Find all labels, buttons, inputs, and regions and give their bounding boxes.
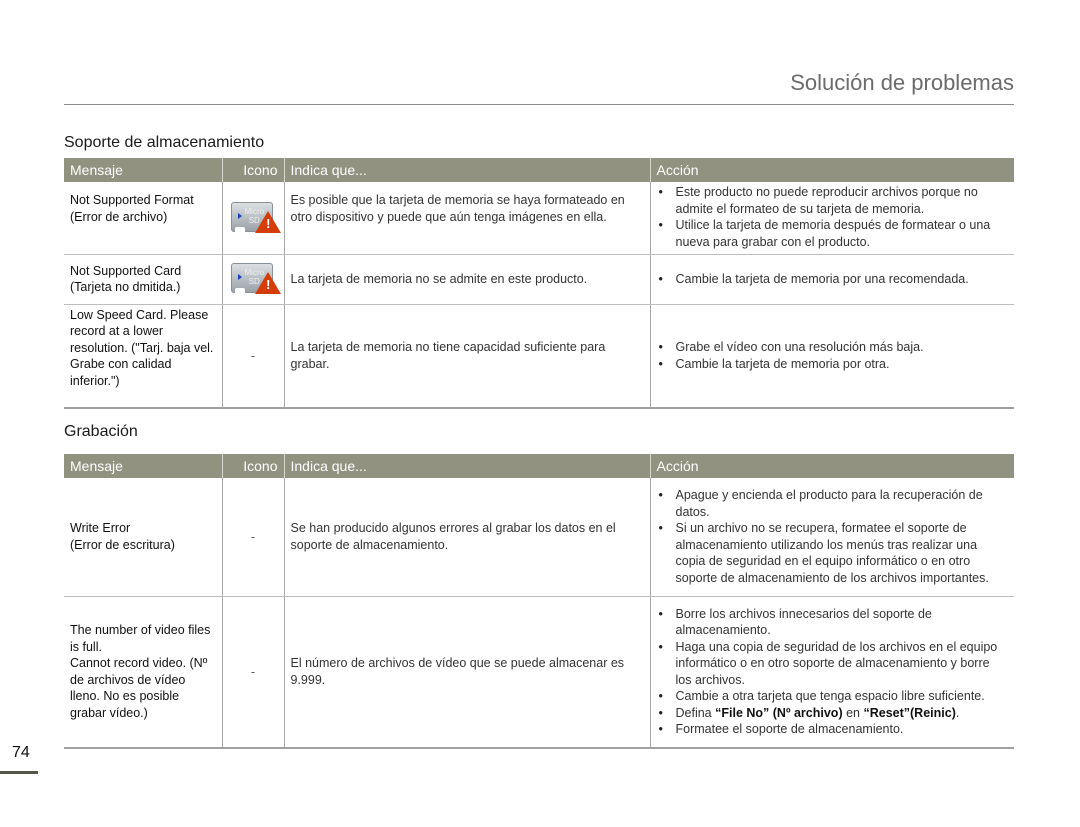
- message-line: The number of video files is full.: [70, 623, 211, 654]
- message-cell: Not Supported Card (Tarjeta no dmitida.): [64, 254, 222, 305]
- action-cell: Apague y encienda el producto para la re…: [649, 478, 1014, 597]
- message-cell: Low Speed Card. Please record at a lower…: [64, 304, 222, 409]
- action-cell: Este producto no puede reproducir archiv…: [649, 182, 1014, 255]
- page-number: 74: [12, 744, 30, 761]
- action-item: Utilice la tarjeta de memoria después de…: [657, 217, 1009, 250]
- action-cell: Grabe el vídeo con una resolución más ba…: [649, 304, 1014, 409]
- icon-cell: -: [221, 478, 284, 597]
- action-item: Cambie la tarjeta de memoria por una rec…: [657, 271, 1009, 288]
- column-header-action: Acción: [649, 158, 1014, 182]
- column-header-message: Mensaje: [64, 158, 222, 182]
- indicates-cell: La tarjeta de memoria no tiene capacidad…: [283, 304, 650, 409]
- table-row: Not Supported Format (Error de archivo) …: [64, 182, 1014, 255]
- column-header-icon: Icono: [221, 454, 284, 478]
- action-item: Formatee el soporte de almacenamiento.: [657, 721, 1009, 738]
- action-text: .: [955, 705, 960, 720]
- action-item: Haga una copia de seguridad de los archi…: [657, 639, 1009, 689]
- indicates-cell: El número de archivos de vídeo que se pu…: [283, 596, 650, 749]
- icon-cell: -: [221, 596, 284, 749]
- action-item: Cambie a otra tarjeta que tenga espacio …: [657, 688, 1009, 705]
- message-cell: Not Supported Format (Error de archivo): [64, 182, 222, 255]
- icon-cell: Micro SD !: [221, 182, 284, 255]
- column-header-indicates: Indica que...: [283, 454, 650, 478]
- table-header-row: Mensaje Icono Indica que... Acción: [64, 158, 1014, 182]
- action-item: Si un archivo no se recupera, formatee e…: [657, 520, 1009, 586]
- icon-cell: Micro SD !: [221, 254, 284, 305]
- action-cell: Borre los archivos innecesarios del sopo…: [649, 596, 1014, 749]
- indicates-cell: Es posible que la tarjeta de memoria se …: [283, 182, 650, 255]
- message-cell: Write Error (Error de escritura): [64, 478, 222, 597]
- action-cell: Cambie la tarjeta de memoria por una rec…: [649, 254, 1014, 305]
- action-bold-text: “File No” (Nº archivo): [715, 705, 843, 720]
- action-text: en: [842, 705, 864, 720]
- sd-card-warning-icon: Micro SD !: [229, 198, 281, 234]
- section-title-recording: Grabación: [64, 423, 138, 440]
- column-header-indicates: Indica que...: [283, 158, 650, 182]
- page-number-underline: [0, 771, 38, 774]
- table-row: Low Speed Card. Please record at a lower…: [64, 304, 1014, 409]
- table-row: The number of video files is full. Canno…: [64, 596, 1014, 749]
- column-header-icon: Icono: [221, 158, 284, 182]
- action-text: Defina: [675, 705, 716, 720]
- message-line: Cannot record video. (Nº de archivos de …: [70, 656, 208, 720]
- action-item: Apague y encienda el producto para la re…: [657, 487, 1009, 520]
- section-title-storage: Soporte de almacenamiento: [64, 134, 265, 151]
- table-row: Not Supported Card (Tarjeta no dmitida.)…: [64, 254, 1014, 305]
- column-header-action: Acción: [649, 454, 1014, 478]
- indicates-cell: Se han producido algunos errores al grab…: [283, 478, 650, 597]
- table-header-row: Mensaje Icono Indica que... Acción: [64, 454, 1014, 478]
- message-line: Write Error: [70, 521, 131, 536]
- sd-card-warning-icon: Micro SD !: [229, 259, 281, 295]
- storage-table: Mensaje Icono Indica que... Acción Not S…: [64, 158, 1014, 409]
- action-item: Cambie la tarjeta de memoria por otra.: [657, 356, 1009, 373]
- action-item: Este producto no puede reproducir archiv…: [657, 184, 1009, 217]
- action-bold-text: “Reset”(Reinic): [863, 705, 956, 720]
- message-line: (Error de escritura): [70, 537, 175, 552]
- column-header-message: Mensaje: [64, 454, 222, 478]
- title-divider: [64, 104, 1014, 105]
- action-item-file-no: Defina “File No” (Nº archivo) en “Reset”…: [657, 705, 1009, 722]
- table-row: Write Error (Error de escritura) - Se ha…: [64, 478, 1014, 597]
- message-cell: The number of video files is full. Canno…: [64, 596, 222, 749]
- icon-cell: -: [221, 304, 284, 409]
- indicates-cell: La tarjeta de memoria no se admite en es…: [283, 254, 650, 305]
- action-item: Grabe el vídeo con una resolución más ba…: [657, 339, 1009, 356]
- action-item: Borre los archivos innecesarios del sopo…: [657, 606, 1009, 639]
- recording-table: Mensaje Icono Indica que... Acción Write…: [64, 454, 1014, 749]
- page-title: Solución de problemas: [790, 70, 1014, 95]
